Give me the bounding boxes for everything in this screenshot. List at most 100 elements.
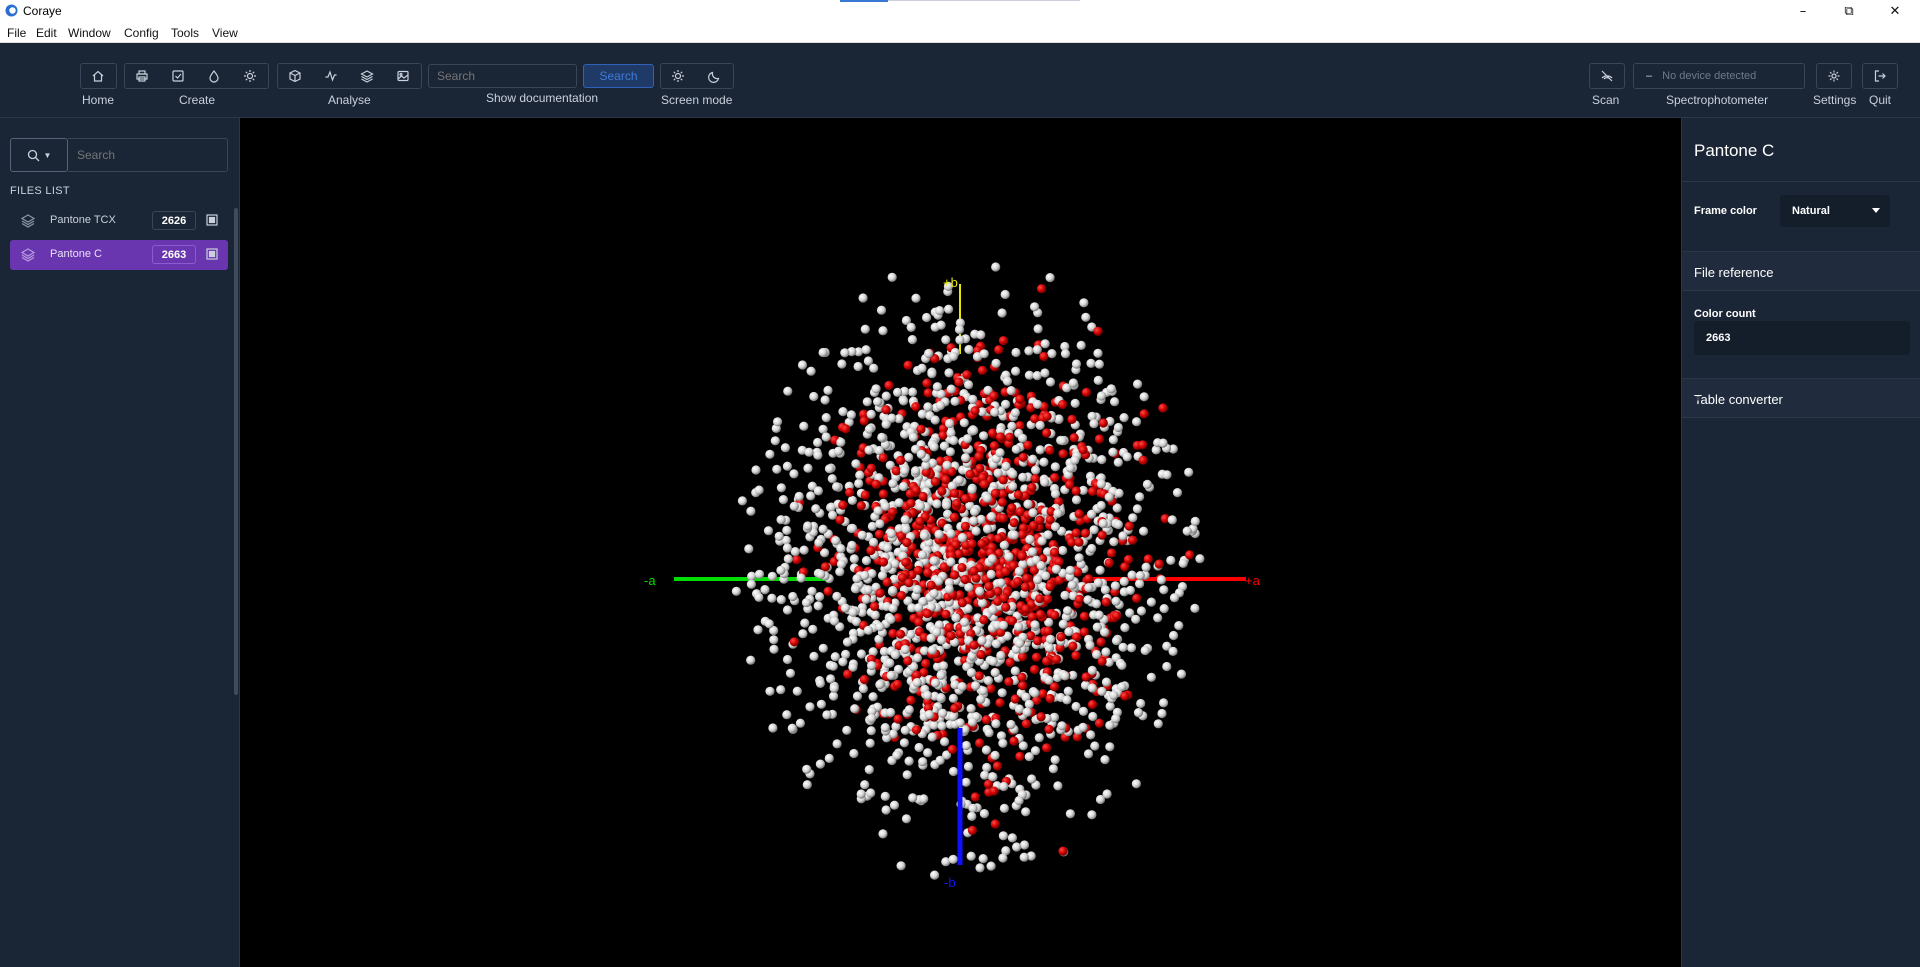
color-point-white [917, 363, 927, 373]
color-point-white [888, 585, 898, 596]
color-point-white [821, 413, 831, 423]
color-point-white [820, 395, 830, 405]
sidebar-scrollbar[interactable] [234, 208, 238, 695]
color-point-white [878, 326, 888, 336]
file-select-icon[interactable] [205, 213, 219, 227]
color-point-red [1035, 594, 1045, 604]
file-select-icon[interactable] [205, 247, 219, 261]
color-point-white [754, 485, 764, 495]
color-point-white [1037, 536, 1047, 546]
color-point-white [1093, 578, 1103, 588]
layers-button[interactable] [349, 63, 385, 89]
color-point-white [991, 719, 1001, 729]
graph-button[interactable] [313, 63, 349, 89]
color-count-value: 2663 [1706, 332, 1731, 344]
color-point-white [941, 335, 951, 345]
files-search-input[interactable] [68, 138, 228, 172]
color-space-viewport[interactable]: -a +a +b -b [240, 118, 1681, 967]
light-button[interactable] [232, 63, 268, 89]
color-point-white [800, 618, 810, 628]
menu-edit[interactable]: Edit [36, 26, 57, 40]
layers-icon [20, 214, 36, 228]
quit-button[interactable] [1862, 63, 1898, 89]
menu-view[interactable]: View [212, 26, 238, 40]
color-point-white [1032, 345, 1042, 355]
color-point-white [988, 605, 998, 615]
restore-button[interactable]: ⧉ [1826, 0, 1872, 22]
color-point-white [944, 368, 954, 378]
menu-tools[interactable]: Tools [171, 26, 199, 40]
color-point-white [776, 685, 786, 695]
print-button[interactable] [124, 63, 160, 89]
color-point-white [991, 262, 1001, 272]
color-point-red [1045, 445, 1055, 455]
color-point-white [1142, 479, 1152, 489]
color-point-white [794, 491, 804, 501]
color-point-white [1176, 669, 1187, 679]
color-point-white [829, 691, 839, 701]
droplet-button[interactable] [196, 63, 232, 89]
color-point-white [1146, 672, 1156, 682]
color-point-white [873, 397, 883, 407]
image-icon [397, 70, 409, 82]
color-point-white [803, 521, 813, 531]
documentation-search-button[interactable]: Search [583, 64, 654, 88]
menu-file[interactable]: File [7, 26, 26, 40]
color-point-red [1043, 594, 1053, 604]
color-point-red [961, 494, 971, 504]
image-button[interactable] [385, 63, 421, 89]
file-reference-section[interactable]: File reference [1682, 251, 1920, 291]
color-point-white [849, 554, 859, 564]
color-point-red [998, 475, 1008, 485]
color-point-white [915, 501, 926, 511]
color-point-red [995, 698, 1005, 708]
color-point-white [840, 603, 851, 613]
documentation-label: Show documentation [486, 91, 599, 105]
table-converter-section[interactable]: Table converter ▼ [1682, 378, 1920, 418]
documentation-search-input[interactable] [428, 64, 577, 88]
scan-button[interactable] [1589, 63, 1625, 89]
device-status-box[interactable]: – No device detected [1633, 63, 1805, 89]
main-toolbar: Home Create Analyse Search Show document… [0, 43, 1920, 118]
color-point-red [1042, 743, 1052, 753]
color-point-white [754, 569, 765, 579]
menu-config[interactable]: Config [124, 26, 159, 40]
color-point-red [835, 515, 845, 525]
color-point-white [836, 437, 846, 447]
dark-mode-button[interactable] [697, 63, 733, 89]
color-point-red [954, 377, 964, 387]
file-reference-label: File reference [1694, 265, 1774, 280]
color-point-white [795, 718, 806, 728]
color-point-white [1078, 706, 1089, 717]
color-point-red [1005, 657, 1015, 668]
color-point-cloud[interactable]: -a +a +b -b [240, 118, 1681, 967]
file-item-pantone-tcx[interactable]: Pantone TCX 2626 [10, 206, 228, 236]
frame-color-select[interactable]: Natural [1780, 195, 1890, 227]
analyse-label: Analyse [328, 93, 371, 107]
file-item-pantone-c[interactable]: Pantone C 2663 [10, 240, 228, 270]
checklist-button[interactable] [160, 63, 196, 89]
color-point-white [813, 601, 823, 611]
color-point-white [1060, 349, 1071, 359]
color-point-white [991, 358, 1001, 368]
color-point-white [970, 507, 980, 517]
color-point-white [1195, 554, 1205, 564]
menu-window[interactable]: Window [68, 26, 111, 40]
close-window-button[interactable]: ✕ [1872, 0, 1918, 22]
minimize-button[interactable]: – [1780, 0, 1826, 22]
light-mode-button[interactable] [660, 63, 696, 89]
color-point-white [907, 335, 918, 345]
color-point-white [1025, 534, 1035, 545]
search-filter-button[interactable]: ▼ [10, 138, 68, 172]
color-point-white [1100, 755, 1110, 765]
cube-button[interactable] [277, 63, 313, 89]
color-point-white [860, 324, 870, 334]
settings-button[interactable] [1816, 63, 1852, 89]
color-point-white [1119, 413, 1129, 423]
color-point-white [1166, 555, 1176, 565]
color-point-white [981, 745, 992, 755]
color-point-white [1053, 508, 1063, 518]
color-point-white [1024, 699, 1034, 709]
color-point-red [893, 714, 903, 724]
home-button[interactable] [80, 63, 116, 89]
